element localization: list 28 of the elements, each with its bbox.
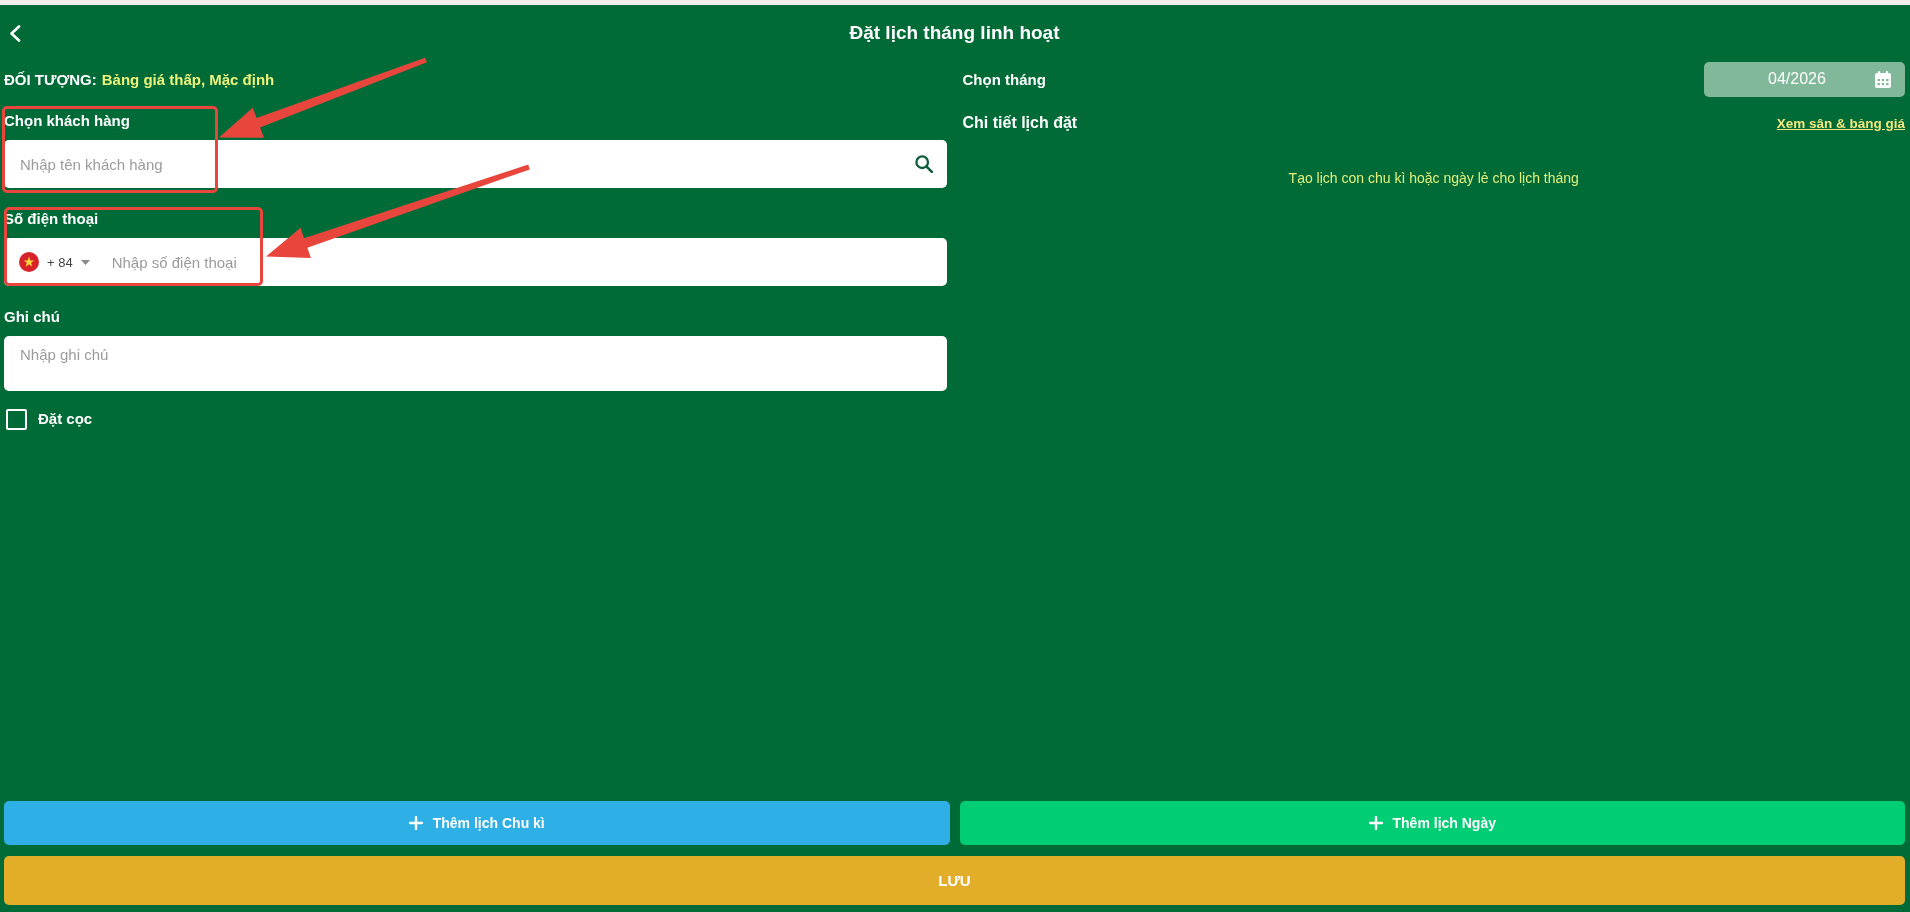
- calendar-icon: [1875, 70, 1891, 88]
- search-icon[interactable]: [914, 155, 933, 173]
- phone-field[interactable]: + 84 Nhập số điện thoại: [4, 238, 947, 286]
- save-button[interactable]: LƯU: [4, 856, 1905, 905]
- month-picker[interactable]: 04/2026: [1704, 61, 1905, 97]
- deposit-label: Đặt cọc: [38, 409, 93, 429]
- target-value: Bảng giá thấp, Mặc định: [101, 70, 275, 90]
- page-title: Đặt lịch tháng linh hoạt: [849, 21, 1060, 45]
- flag-icon: [19, 252, 39, 272]
- price-list-link[interactable]: Xem sân & bảng giá: [1776, 115, 1905, 131]
- field-label: Ghi chú: [4, 307, 60, 327]
- plus-icon: [1368, 816, 1383, 830]
- field-label: Chọn khách hàng: [4, 111, 130, 131]
- note-field[interactable]: Nhập ghi chú: [4, 336, 947, 391]
- month-label: Chọn tháng: [962, 70, 1046, 88]
- phone-number-input[interactable]: Nhập số điện thoại: [111, 251, 933, 273]
- caret-icon: [80, 259, 90, 265]
- customer-name-input[interactable]: Nhập tên khách hàng: [20, 153, 915, 175]
- schedule-title: Chi tiết lịch đặt: [962, 114, 1078, 132]
- plus-icon: [408, 816, 423, 830]
- target-label: ĐỐI TƯỢNG:: [4, 70, 97, 90]
- country-code-button[interactable]: + 84: [19, 252, 90, 272]
- add-day-button[interactable]: Thêm lịch Ngày: [959, 801, 1905, 845]
- add-cycle-button[interactable]: Thêm lịch Chu kì: [4, 801, 950, 845]
- search-field[interactable]: Nhập tên khách hàng: [4, 140, 947, 188]
- empty-schedule-message: Tạo lịch con chu kì hoặc ngày lẻ cho lịch tháng: [1288, 169, 1579, 187]
- deposit-checkbox[interactable]: [6, 408, 27, 430]
- back-icon[interactable]: [9, 24, 21, 42]
